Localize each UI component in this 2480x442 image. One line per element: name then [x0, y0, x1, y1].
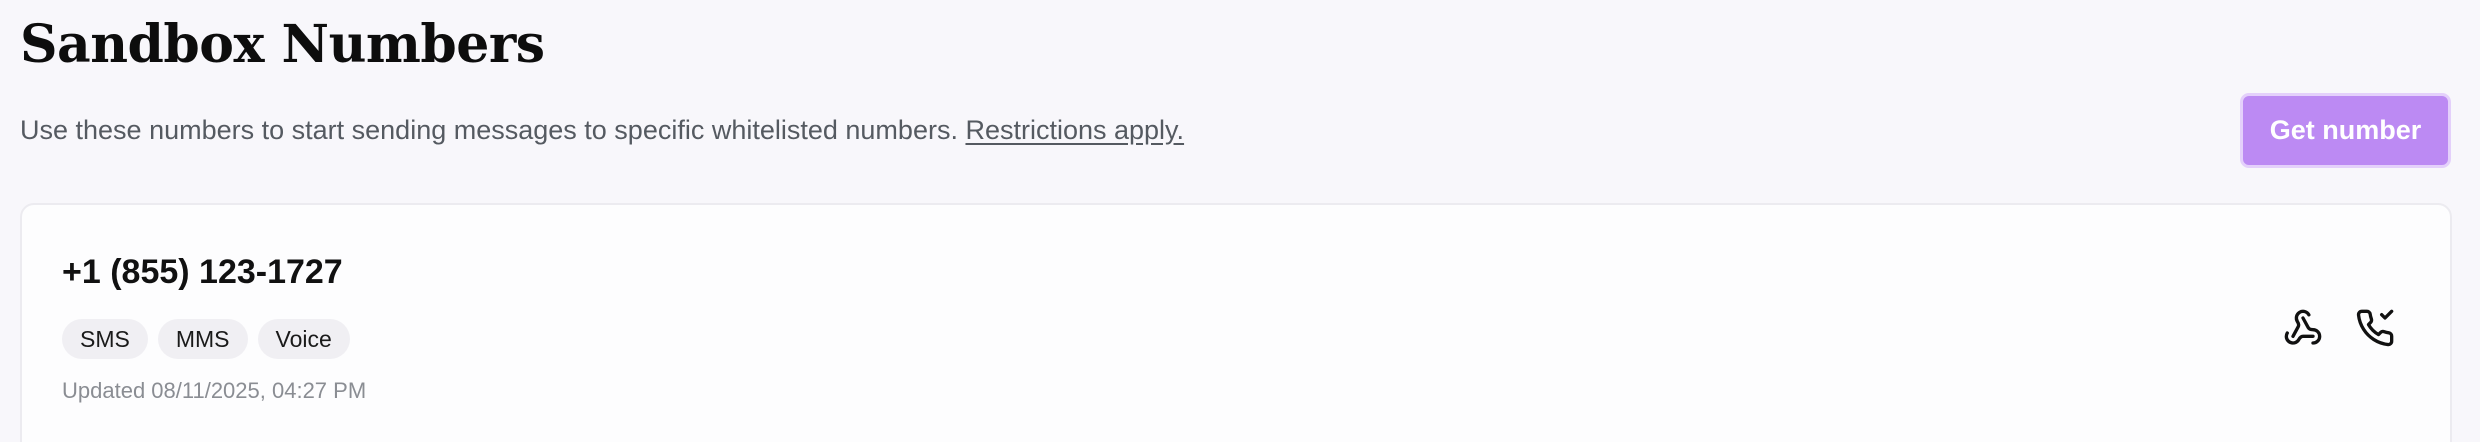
- webhook-icon[interactable]: [2280, 305, 2326, 351]
- phone-check-icon[interactable]: [2352, 305, 2398, 351]
- capability-badge-sms: SMS: [62, 319, 148, 359]
- description-text: Use these numbers to start sending messa…: [20, 115, 958, 145]
- capability-badge-mms: MMS: [157, 319, 248, 359]
- restrictions-link[interactable]: Restrictions apply.: [965, 115, 1184, 145]
- updated-timestamp: Updated 08/11/2025, 04:27 PM: [62, 378, 367, 403]
- sandbox-numbers-page: Sandbox Numbers Use these numbers to sta…: [0, 0, 2480, 442]
- page-description: Use these numbers to start sending messa…: [20, 110, 1184, 150]
- phone-number: +1 (855) 123-1727: [62, 253, 343, 291]
- page-title: Sandbox Numbers: [20, 14, 545, 75]
- number-card: +1 (855) 123-1727 SMS MMS Voice Updated …: [20, 203, 2452, 442]
- get-number-button[interactable]: Get number: [2240, 93, 2451, 168]
- capability-badges: SMS MMS Voice: [62, 319, 350, 359]
- capability-badge-voice: Voice: [257, 319, 350, 359]
